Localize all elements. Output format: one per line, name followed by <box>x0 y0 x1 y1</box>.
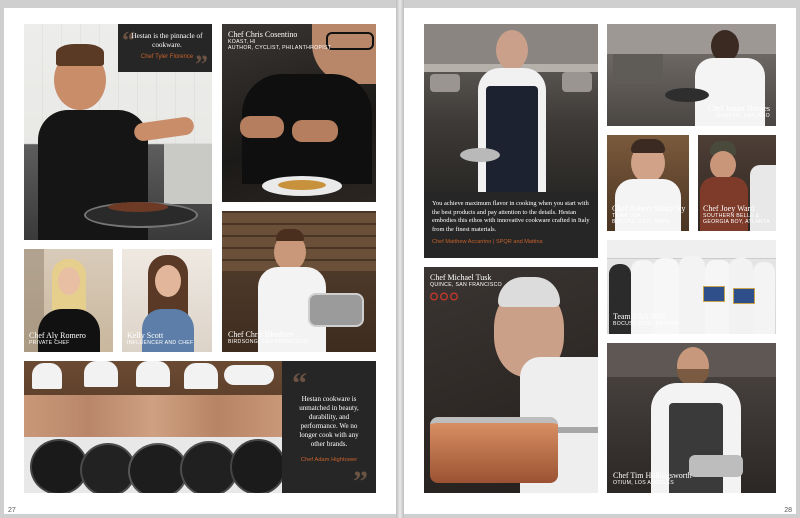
quote-author-adam: Chef Adam Hightower <box>300 456 358 463</box>
chef-sub2-sulatycky: BOCUSE D'OR, NAPA <box>612 219 670 226</box>
photo-matthew-accarrino <box>424 24 598 192</box>
quote-box-tyler: “ ” Hestan is the pinnacle of cookware. … <box>118 24 212 78</box>
photo-tim-hollingsworth: Chef Tim Hollingsworth OTIUM, LOS ANGELE… <box>607 343 776 493</box>
chef-sub-bleidorn: BIRDSONG, SAN FRANCISCO <box>228 339 309 346</box>
photo-junior-borges: Chef Junior Borges JUNIPER, CHICAGO <box>607 24 776 126</box>
chef-name-ward: Chef Joey Ward <box>703 203 755 213</box>
chef-name-bleidorn: Chef Chris Bleidorn <box>228 329 293 339</box>
chef-name-teamusa: Team USA 2025 <box>613 311 667 321</box>
caption-ward: Chef Joey Ward SOUTHERN BELLE & GEORGIA … <box>703 204 770 226</box>
quote-author-tyler: Chef Tyler Florence <box>140 54 194 60</box>
photo-chris-cosentino: Chef Chris Cosentino KOAST, HI AUTHOR, C… <box>222 24 376 202</box>
photo-michael-tusk: Chef Michael Tusk QUINCE, SAN FRANCISCO <box>424 267 598 493</box>
chef-name-kelly: Kelly Scott <box>127 330 164 340</box>
photo-team-usa-2025: Team USA 2025 BOCUSE D'OR, MENTOR <box>607 240 776 334</box>
spine-gutter <box>396 0 404 518</box>
page-number-right: 28 <box>784 507 792 514</box>
chef-name-cosentino: Chef Chris Cosentino <box>228 30 298 39</box>
chef-sub-tusk: QUINCE, SAN FRANCISCO <box>430 282 503 289</box>
photo-robert-sulatycky: Chef Robert Sulatycky TEAM USA BOCUSE D'… <box>607 135 689 231</box>
chef-sub-hollingsworth: OTIUM, LOS ANGELES <box>613 480 675 487</box>
photo-kelly-scott: Kelly Scott INFLUENCER AND CHEF <box>122 249 212 352</box>
chef-sub-aly: PRIVATE CHEF <box>29 340 70 347</box>
caption-cosentino: Chef Chris Cosentino KOAST, HI AUTHOR, C… <box>228 30 331 52</box>
quote-text-matthew: You achieve maximum flavor in cooking wh… <box>432 200 590 233</box>
caption-bleidorn: Chef Chris Bleidorn BIRDSONG, SAN FRANCI… <box>228 330 308 346</box>
photo-aly-romero: Chef Aly Romero PRIVATE CHEF <box>24 249 113 352</box>
photo-adam-hightower-team <box>24 361 282 493</box>
quote-text-adam: Hestan cookware is unmatched in beauty, … <box>299 395 359 449</box>
chef-name-aly: Chef Aly Romero <box>29 330 86 340</box>
quote-author-matthew: Chef Matthew Accarrino | SPQR and Mattin… <box>432 238 543 245</box>
chef-sub2-ward: GEORGIA BOY, ATLANTA <box>703 219 770 226</box>
chef-name-borges: Chef Junior Borges <box>707 103 770 113</box>
photo-joey-ward: Chef Joey Ward SOUTHERN BELLE & GEORGIA … <box>698 135 776 231</box>
caption-tusk: Chef Michael Tusk QUINCE, SAN FRANCISCO <box>430 273 502 301</box>
quote-box-matthew: You achieve maximum flavor in cooking wh… <box>424 192 598 258</box>
michelin-stars-icon <box>430 292 458 301</box>
caption-kelly: Kelly Scott INFLUENCER AND CHEF <box>127 331 194 347</box>
quote-close-icon: ” <box>353 465 368 498</box>
chef-sub-teamusa: BOCUSE D'OR, MENTOR <box>613 321 680 328</box>
chef-sub-kelly: INFLUENCER AND CHEF <box>127 340 194 347</box>
chef-sub2-cosentino: AUTHOR, CYCLIST, PHILANTHROPIST <box>228 45 332 52</box>
photo-chris-bleidorn: Chef Chris Bleidorn BIRDSONG, SAN FRANCI… <box>222 211 376 352</box>
page-number-left: 27 <box>8 507 16 514</box>
caption-sulatycky: Chef Robert Sulatycky TEAM USA BOCUSE D'… <box>612 204 685 226</box>
caption-hollingsworth: Chef Tim Hollingsworth OTIUM, LOS ANGELE… <box>613 471 692 487</box>
caption-borges: Chef Junior Borges JUNIPER, CHICAGO <box>708 104 770 120</box>
chef-name-tusk: Chef Michael Tusk <box>430 273 492 282</box>
caption-teamusa: Team USA 2025 BOCUSE D'OR, MENTOR <box>613 312 680 328</box>
chef-sub-borges: JUNIPER, CHICAGO <box>715 113 770 120</box>
chef-name-sulatycky: Chef Robert Sulatycky <box>612 203 686 213</box>
quote-box-adam: “ ” Hestan cookware is unmatched in beau… <box>282 361 376 497</box>
caption-aly: Chef Aly Romero PRIVATE CHEF <box>29 331 86 347</box>
quote-text-tyler: Hestan is the pinnacle of cookware. <box>131 32 203 49</box>
chef-name-hollingsworth: Chef Tim Hollingsworth <box>613 470 692 480</box>
